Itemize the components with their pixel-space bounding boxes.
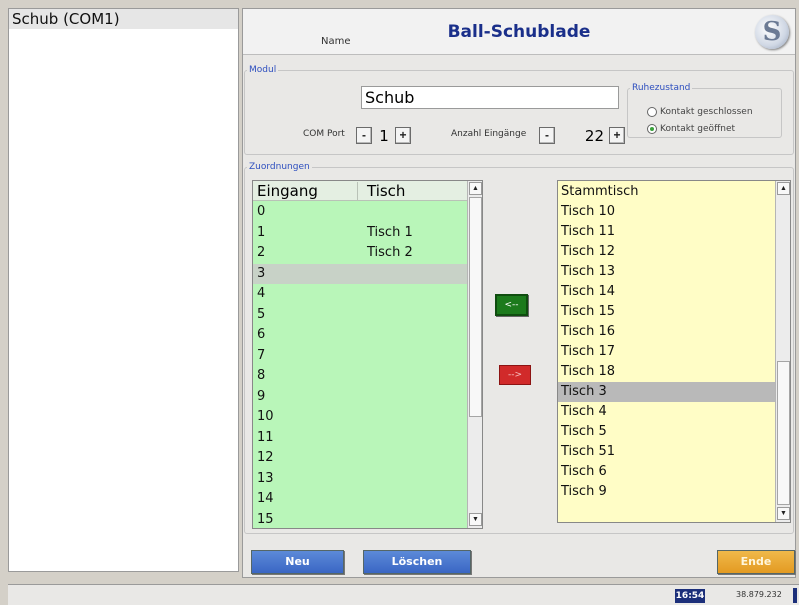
logo-letter: S — [762, 17, 782, 47]
tisch-row[interactable]: Tisch 11 — [558, 222, 776, 242]
eingang-row[interactable]: 11 — [253, 428, 467, 448]
eingang-row[interactable]: 6 — [253, 325, 467, 345]
tisch-row[interactable]: Tisch 5 — [558, 422, 776, 442]
assign-button[interactable]: <-- — [495, 294, 528, 316]
eingang-number: 0 — [257, 204, 266, 219]
tisch-row[interactable]: Tisch 17 — [558, 342, 776, 362]
inputs-increment-button[interactable]: + — [609, 127, 625, 144]
tisch-list[interactable]: Stammtisch Tisch 10 Tisch 11 Tisch 12 Tisch … — [557, 180, 791, 523]
eingang-row[interactable]: 13 — [253, 469, 467, 489]
tisch-row[interactable]: Tisch 51 — [558, 442, 776, 462]
scroll-down-icon[interactable]: ▼ — [777, 507, 790, 520]
eingang-row[interactable]: 2 Tisch 2 — [253, 243, 467, 263]
comport-decrement-button[interactable]: - — [356, 127, 372, 144]
eingang-table: Tisch 1 — [367, 224, 413, 240]
comport-value: 1 — [379, 127, 389, 145]
eingang-number: 5 — [257, 306, 266, 322]
eingang-row[interactable]: 1 Tisch 1 — [253, 223, 467, 243]
scroll-up-icon[interactable]: ▲ — [469, 182, 482, 195]
column-header-eingang[interactable]: Eingang — [257, 182, 318, 200]
tisch-row[interactable]: Stammtisch — [558, 182, 776, 202]
tisch-scrollbar[interactable]: ▲ ▼ — [775, 181, 790, 522]
column-header-tisch[interactable]: Tisch — [357, 182, 405, 200]
radio-contact-open[interactable]: Kontakt geöffnet — [647, 124, 735, 134]
eingang-row[interactable]: 4 — [253, 284, 467, 304]
radio-selected-icon[interactable] — [647, 124, 657, 134]
logo-icon: S — [755, 15, 789, 49]
scroll-thumb[interactable] — [777, 361, 790, 505]
eingang-row[interactable]: 5 — [253, 305, 467, 325]
eingang-number: 14 — [257, 491, 274, 506]
eingang-row[interactable]: 8 — [253, 366, 467, 386]
scroll-thumb[interactable] — [469, 197, 482, 417]
radio-contact-open-label: Kontakt geöffnet — [660, 124, 736, 134]
tisch-row[interactable]: Tisch 6 — [558, 462, 776, 482]
eingang-number: 11 — [257, 429, 274, 445]
tisch-row[interactable]: Tisch 14 — [558, 282, 776, 302]
eingang-number: 13 — [257, 470, 274, 486]
eingang-number: 15 — [257, 511, 274, 527]
radio-contact-closed[interactable]: Kontakt geschlossen — [647, 107, 753, 117]
new-button[interactable]: Neu — [251, 550, 344, 574]
eingang-row[interactable]: 15 — [253, 510, 467, 529]
tisch-row[interactable]: Tisch 12 — [558, 242, 776, 262]
main-panel: Ball-Schublade S Modul Name Schub COM Po… — [242, 8, 796, 578]
device-list[interactable]: Schub (COM1) — [8, 8, 239, 572]
eingang-number: 3 — [257, 265, 266, 281]
status-bar: 16:54 38.879.232 — [8, 584, 799, 605]
eingang-number: 1 — [257, 224, 266, 240]
eingang-row[interactable]: 0 — [253, 202, 467, 222]
name-label: Name — [321, 36, 351, 47]
tisch-row[interactable]: Tisch 10 — [558, 202, 776, 222]
radio-icon[interactable] — [647, 107, 657, 117]
clock: 16:54 — [675, 589, 705, 603]
delete-button[interactable]: Löschen — [363, 550, 471, 574]
tisch-row[interactable]: Tisch 9 — [558, 482, 776, 502]
eingang-list[interactable]: Eingang Tisch 0 1 Tisch 1 2 Tisch 2 3 4 5 6 7 8 9 10… — [252, 180, 483, 529]
eingang-row[interactable]: 14 — [253, 489, 467, 509]
tisch-row[interactable]: Tisch 18 — [558, 362, 776, 382]
eingang-row[interactable]: 12 — [253, 448, 467, 468]
tisch-row[interactable]: Tisch 13 — [558, 262, 776, 282]
title-bar: Ball-Schublade S — [243, 9, 795, 55]
ruhezustand-legend: Ruhezustand — [632, 83, 691, 93]
inputs-count-label: Anzahl Eingänge — [451, 129, 527, 139]
device-list-item[interactable]: Schub (COM1) — [9, 9, 238, 29]
scroll-up-icon[interactable]: ▲ — [777, 182, 790, 195]
eingang-row[interactable]: 10 — [253, 407, 467, 427]
scroll-down-icon[interactable]: ▼ — [469, 513, 482, 526]
page-title: Ball-Schublade — [447, 22, 591, 42]
eingang-scrollbar[interactable]: ▲ ▼ — [467, 181, 482, 528]
tisch-row[interactable]: Tisch 15 — [558, 302, 776, 322]
modul-legend: Modul — [249, 65, 277, 75]
zuordnungen-legend: Zuordnungen — [249, 162, 310, 172]
eingang-number: 9 — [257, 388, 266, 404]
tisch-row[interactable]: Tisch 3 — [558, 382, 776, 402]
eingang-row[interactable]: 7 — [253, 346, 467, 366]
status-indicator — [793, 588, 797, 603]
comport-label: COM Port — [303, 129, 345, 139]
unassign-button[interactable]: --> — [499, 365, 531, 385]
exit-button[interactable]: Ende — [717, 550, 795, 574]
tisch-row[interactable]: Tisch 16 — [558, 322, 776, 342]
eingang-number: 10 — [257, 409, 274, 424]
eingang-number: 2 — [257, 245, 266, 260]
eingang-number: 4 — [257, 286, 266, 301]
balance-value: 38.879.232 — [736, 590, 782, 599]
name-input[interactable]: Schub — [361, 86, 619, 109]
eingang-list-header: Eingang Tisch — [253, 181, 467, 201]
comport-increment-button[interactable]: + — [395, 127, 411, 144]
eingang-row[interactable]: 3 — [253, 263, 467, 284]
inputs-count-value: 22 — [584, 127, 604, 145]
radio-contact-closed-label: Kontakt geschlossen — [660, 107, 753, 117]
eingang-row[interactable]: 9 — [253, 387, 467, 407]
tisch-row[interactable]: Tisch 4 — [558, 402, 776, 422]
inputs-decrement-button[interactable]: - — [539, 127, 555, 144]
eingang-number: 7 — [257, 347, 266, 363]
eingang-number: 12 — [257, 450, 274, 465]
eingang-table: Tisch 2 — [367, 245, 413, 260]
eingang-number: 6 — [257, 327, 266, 342]
eingang-number: 8 — [257, 368, 266, 383]
